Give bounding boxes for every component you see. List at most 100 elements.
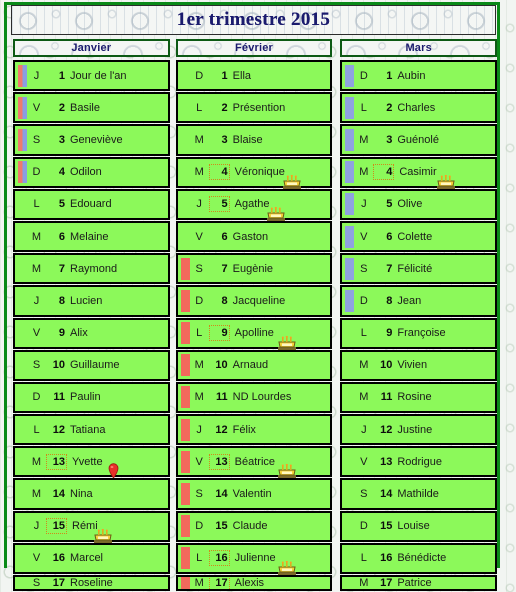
day-number[interactable]: 2 [209, 102, 228, 114]
day-number[interactable]: 3 [373, 134, 392, 146]
day-row[interactable]: M 4 Véronique [175, 156, 333, 189]
day-number[interactable]: 11 [373, 391, 393, 403]
day-row[interactable]: M 3 Blaise [175, 124, 333, 156]
day-number[interactable]: 7 [209, 263, 228, 275]
day-row[interactable]: S 7 Eugènie [175, 253, 333, 285]
day-row[interactable]: L 16 Bénédicte [340, 542, 498, 574]
day-number-selected[interactable]: 17 [208, 577, 230, 589]
day-row[interactable]: D 8 Jacqueline [175, 285, 333, 317]
day-row[interactable]: L 12 Tatiana [13, 414, 170, 446]
day-row[interactable]: J 5 Olive [340, 188, 498, 220]
day-row[interactable]: J 15 Rémi [13, 510, 170, 543]
day-row[interactable]: J 5 Agathe [175, 188, 333, 221]
day-row[interactable]: L 9 Françoise [340, 317, 498, 349]
day-number[interactable]: 2 [373, 102, 392, 114]
day-row[interactable]: D 11 Paulin [13, 381, 170, 414]
day-row[interactable]: D 15 Claude [175, 510, 333, 542]
day-row[interactable]: L 2 Présention [175, 92, 333, 124]
day-row[interactable]: M 17 Patrice [340, 575, 498, 591]
day-number[interactable]: 15 [209, 520, 227, 532]
day-number[interactable]: 12 [209, 424, 227, 436]
day-number[interactable]: 5 [373, 198, 392, 210]
day-row[interactable]: V 2 Basile [13, 92, 170, 124]
day-number[interactable]: 1 [46, 70, 65, 82]
day-number[interactable]: 3 [46, 134, 65, 146]
day-row[interactable]: D 1 Aubin [340, 60, 498, 92]
day-row[interactable]: V 9 Alix [13, 317, 170, 349]
day-row[interactable]: S 14 Mathilde [340, 478, 498, 510]
day-row[interactable]: J 8 Lucien [13, 285, 170, 317]
day-number[interactable]: 9 [46, 327, 65, 339]
day-row[interactable]: V 6 Gaston [175, 220, 333, 253]
day-row[interactable]: J 1 Jour de l'an [13, 60, 170, 92]
day-row[interactable]: S 3 Geneviève [13, 124, 170, 156]
month-header-mars[interactable]: Mars [340, 39, 498, 57]
day-number-selected[interactable]: 13 [46, 453, 67, 470]
day-number[interactable]: 5 [46, 198, 65, 210]
day-row[interactable]: M 11 Rosine [340, 381, 498, 414]
day-row[interactable]: M 3 Guénolé [340, 124, 498, 156]
month-header-février[interactable]: Février [175, 39, 333, 57]
day-row[interactable]: M 10 Vivien [340, 349, 498, 381]
day-row[interactable]: J 12 Félix [175, 414, 333, 446]
day-number[interactable]: 14 [373, 488, 392, 500]
day-row[interactable]: D 8 Jean [340, 285, 498, 317]
day-number[interactable]: 9 [373, 327, 392, 339]
month-header-janvier[interactable]: Janvier [13, 39, 170, 57]
day-number[interactable]: 17 [46, 577, 65, 589]
day-number[interactable]: 16 [373, 552, 392, 564]
day-row[interactable]: D 15 Louise [340, 510, 498, 542]
day-number[interactable]: 6 [209, 231, 228, 243]
day-row[interactable]: M 6 Melaine [13, 220, 170, 253]
day-row[interactable]: L 2 Charles [340, 92, 498, 124]
day-number[interactable]: 8 [373, 295, 392, 307]
day-row[interactable]: S 10 Guillaume [13, 349, 170, 381]
day-number[interactable]: 12 [46, 424, 65, 436]
day-number[interactable]: 1 [373, 70, 392, 82]
day-row[interactable]: M 10 Arnaud [175, 349, 333, 381]
day-row[interactable]: L 5 Edouard [13, 188, 170, 220]
day-row[interactable]: J 12 Justine [340, 414, 498, 446]
day-number[interactable]: 3 [209, 134, 228, 146]
day-number-selected[interactable]: 16 [208, 550, 230, 567]
day-number[interactable]: 10 [46, 359, 65, 371]
day-number[interactable]: 13 [373, 456, 392, 468]
day-row[interactable]: S 14 Valentin [175, 478, 333, 510]
day-row[interactable]: V 13 Béatrice [175, 446, 333, 479]
day-row[interactable]: L 16 Julienne [175, 542, 333, 575]
day-row[interactable]: L 9 Apolline [175, 317, 333, 350]
day-number-selected[interactable]: 15 [46, 518, 67, 535]
day-number-selected[interactable]: 4 [373, 164, 395, 181]
day-row[interactable]: S 17 Roseline [13, 575, 170, 591]
day-number[interactable]: 7 [373, 263, 392, 275]
day-row[interactable]: V 13 Rodrigue [340, 446, 498, 478]
day-row[interactable]: V 16 Marcel [13, 542, 170, 574]
day-number[interactable]: 8 [46, 295, 65, 307]
day-number[interactable]: 8 [209, 295, 228, 307]
day-number[interactable]: 16 [46, 552, 65, 564]
day-number-selected[interactable]: 9 [208, 325, 230, 342]
day-number-selected[interactable]: 13 [208, 453, 230, 470]
day-number[interactable]: 2 [46, 102, 65, 114]
day-number[interactable]: 6 [46, 231, 65, 243]
day-row[interactable]: M 14 Nina [13, 478, 170, 510]
day-number[interactable]: 14 [209, 488, 227, 500]
day-number[interactable]: 4 [46, 166, 65, 178]
day-number[interactable]: 14 [46, 488, 65, 500]
day-number[interactable]: 10 [209, 359, 227, 371]
day-row[interactable]: V 6 Colette [340, 220, 498, 253]
day-number-selected[interactable]: 4 [208, 164, 230, 181]
day-number[interactable]: 11 [209, 391, 228, 403]
day-number[interactable]: 6 [373, 231, 392, 243]
day-number[interactable]: 12 [373, 424, 392, 436]
day-number[interactable]: 1 [209, 70, 228, 82]
day-number[interactable]: 7 [46, 263, 65, 275]
day-row[interactable]: D 1 Ella [175, 60, 333, 92]
day-number[interactable]: 15 [373, 520, 392, 532]
day-number[interactable]: 17 [373, 577, 392, 589]
day-row[interactable]: M 13 Yvette [13, 446, 170, 479]
day-number[interactable]: 10 [373, 359, 392, 371]
day-row[interactable]: M 17 Alexis [175, 575, 333, 591]
day-number[interactable]: 11 [46, 391, 65, 403]
day-row[interactable]: M 4 Casimir [340, 156, 498, 189]
